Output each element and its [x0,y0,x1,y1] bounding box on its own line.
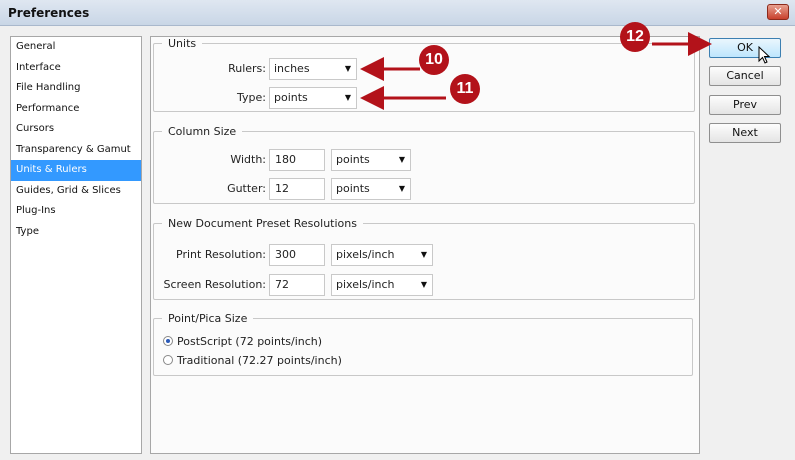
callout-badge-10: 10 [419,45,449,75]
mouse-pointer-icon [758,46,771,64]
callout-badge-11: 11 [450,74,480,104]
callout-badge-12: 12 [620,22,650,52]
callout-arrows [360,32,712,110]
